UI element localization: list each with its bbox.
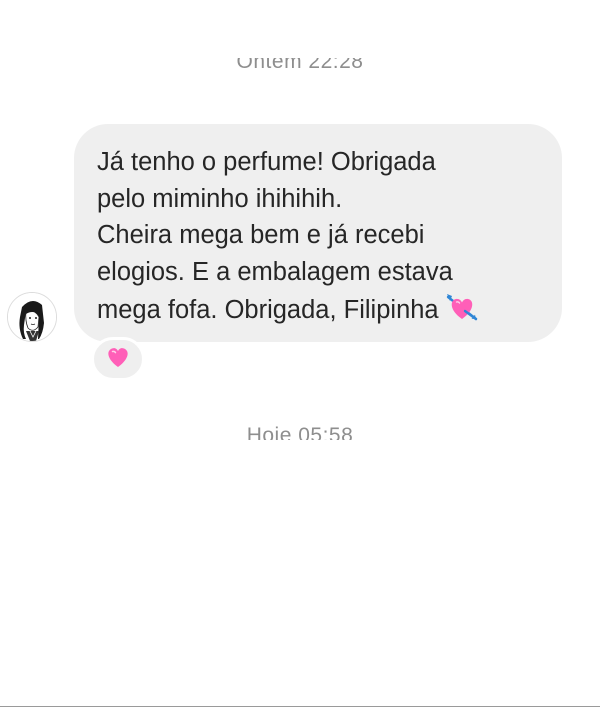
message-line: elogios. E a embalagem estava (97, 257, 453, 286)
timestamp-today-text: Hoje 05:58 (246, 424, 354, 440)
timestamp-earlier: Ontem 22:28 (0, 58, 600, 80)
message-line: mega fofa. Obrigada, Filipinha (97, 296, 439, 324)
message-line: pelo miminho ihihihih. (97, 184, 343, 213)
message-line: Cheira mega bem e já recebi (97, 221, 425, 249)
message-bubble[interactable]: Já tenho o perfume! Obrigada pelo miminh… (74, 124, 562, 342)
reaction-badge[interactable] (91, 337, 145, 381)
message-line: Já tenho o perfume! Obrigada (97, 148, 436, 176)
chat-screen: Ontem 22:28 Já tenho o perfume! Obrigada… (0, 0, 600, 707)
pink-heart-icon (105, 345, 131, 374)
avatar[interactable] (7, 292, 57, 342)
message-line-last: mega fofa. Obrigada, Filipinha (97, 290, 540, 329)
avatar-illustration (8, 293, 56, 341)
heart-with-arrow-icon (445, 290, 479, 324)
timestamp-earlier-text: Ontem 22:28 (236, 58, 364, 73)
timestamp-today: Hoje 05:58 (0, 424, 600, 440)
